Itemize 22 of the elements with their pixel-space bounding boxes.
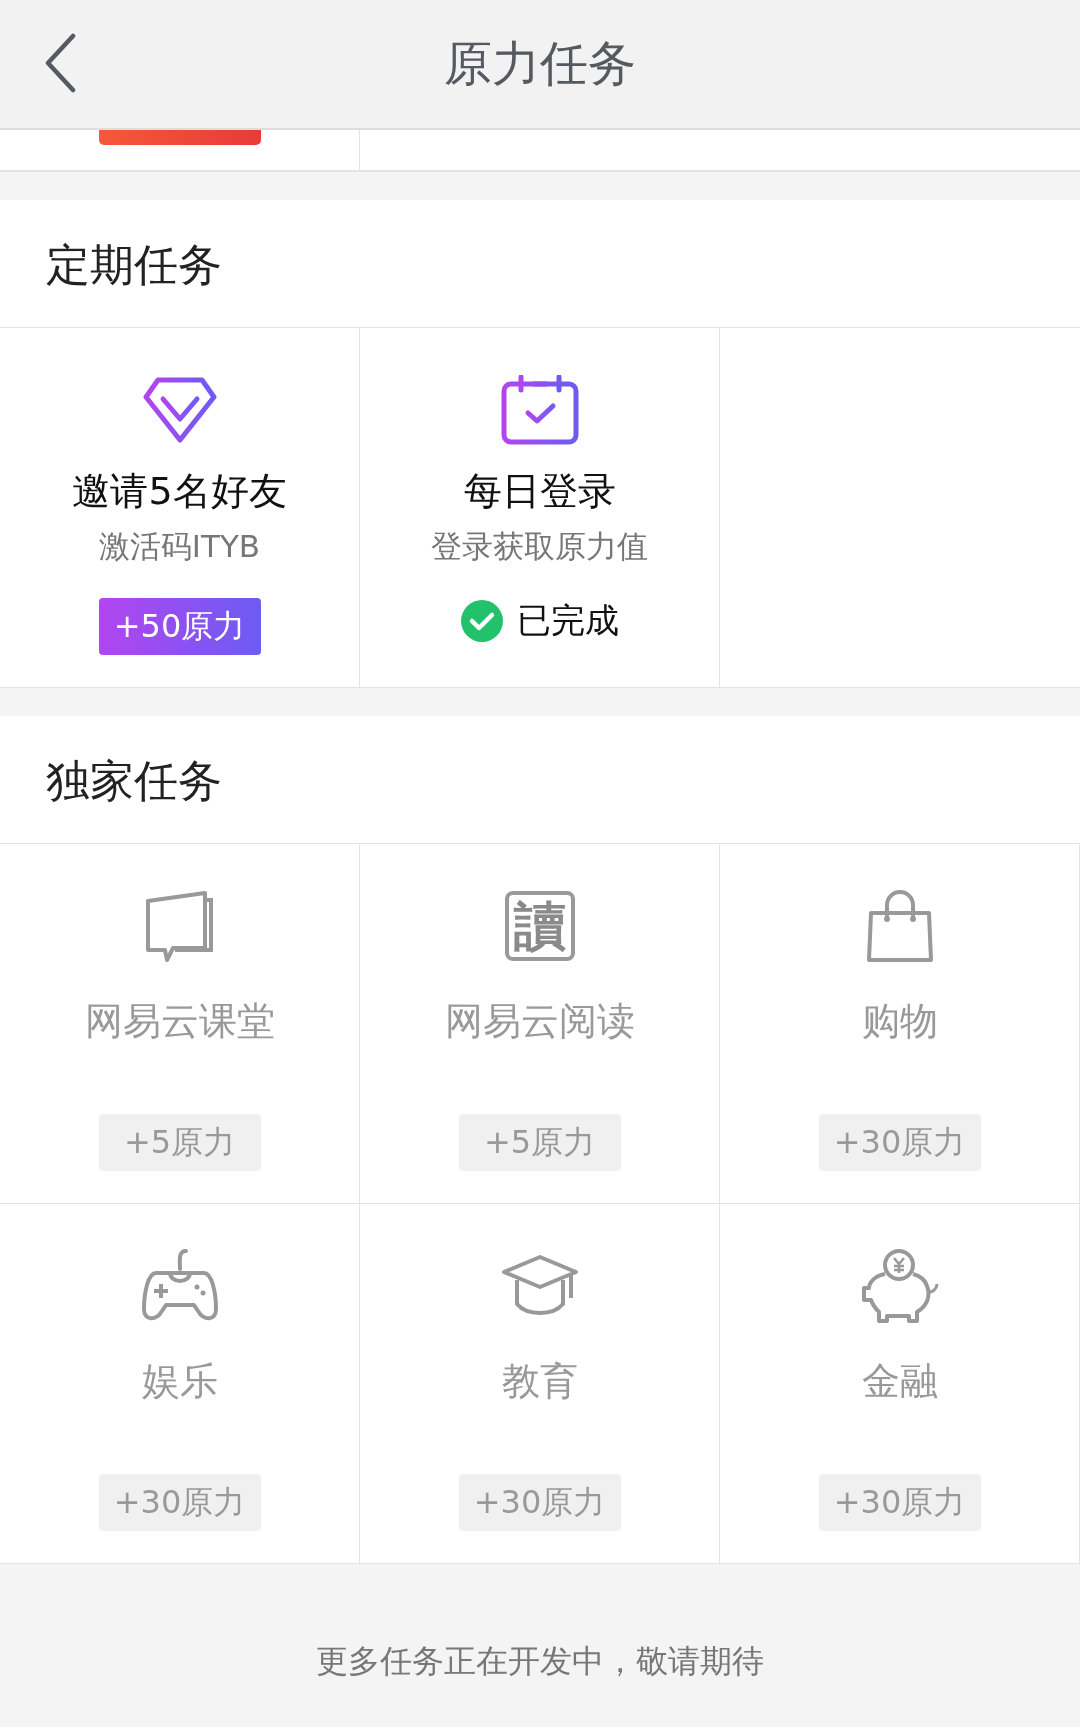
task-description: 登录获取原力值 [431,527,648,566]
gamepad-icon [141,1249,218,1323]
task-title: 网易云阅读 [444,998,635,1045]
task-title: 每日登录 [463,468,616,515]
reward-button[interactable]: +50原力 [98,598,261,655]
task-title: 娱乐 [141,1358,218,1405]
diamond-icon [142,377,217,443]
piggy-bank-icon [860,1248,939,1324]
shopping-bag-icon [864,889,935,963]
status-text: 已完成 [516,599,619,642]
chat-book-icon [144,890,215,962]
read-logo-icon: 讀 [504,891,575,961]
task-title: 金融 [861,1358,938,1405]
task-title: 邀请5名好友 [72,468,287,515]
task-title: 购物 [861,998,938,1045]
graduation-cap-icon [500,1254,579,1318]
page-title: 原力任务 [444,34,636,93]
task-title: 网易云课堂 [84,998,275,1045]
task-title: 教育 [501,1358,578,1405]
footer-note: 更多任务正在开发中，敬请期待 [316,1641,764,1682]
calendar-check-icon [500,375,579,445]
task-description: 激活码ITYB [98,527,261,566]
